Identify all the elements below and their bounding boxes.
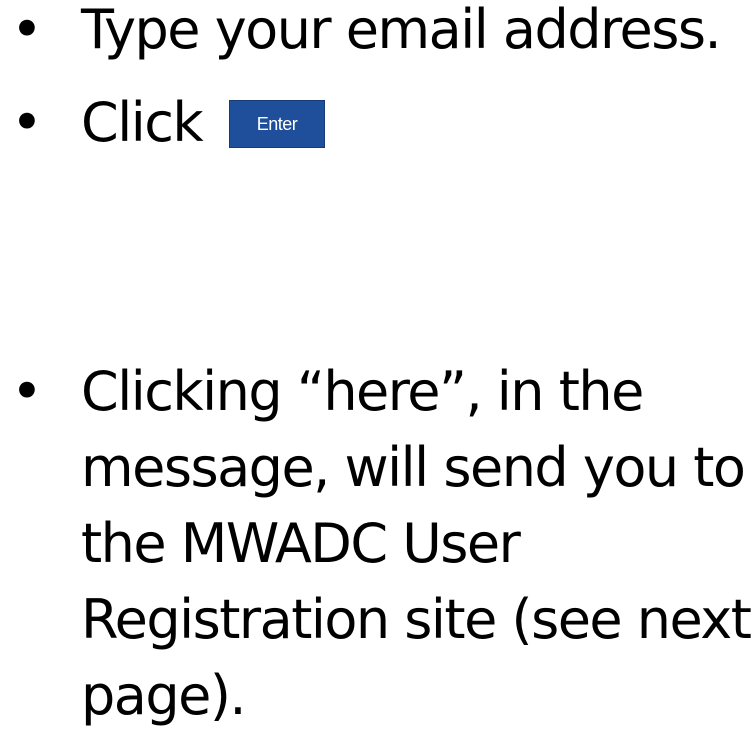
bullet-dot: • bbox=[11, 0, 43, 61]
bullet-text: Type your email address. bbox=[81, 0, 722, 61]
bullet-text: Click bbox=[81, 91, 204, 154]
bullet-item-type-email: • Type your email address. bbox=[0, 0, 754, 68]
bullet-item-click-enter: • Click bbox=[0, 85, 754, 161]
enter-button[interactable]: Enter bbox=[229, 100, 325, 148]
bullet-dot: • bbox=[11, 91, 43, 154]
bullet-item-clicking-here: • Clicking “here”, in the message, will … bbox=[0, 354, 754, 734]
slide: • Type your email address. • Click Enter… bbox=[0, 0, 754, 729]
bullet-dot: • bbox=[11, 360, 43, 423]
bullet-text: Clicking “here”, in the message, will se… bbox=[81, 360, 752, 727]
